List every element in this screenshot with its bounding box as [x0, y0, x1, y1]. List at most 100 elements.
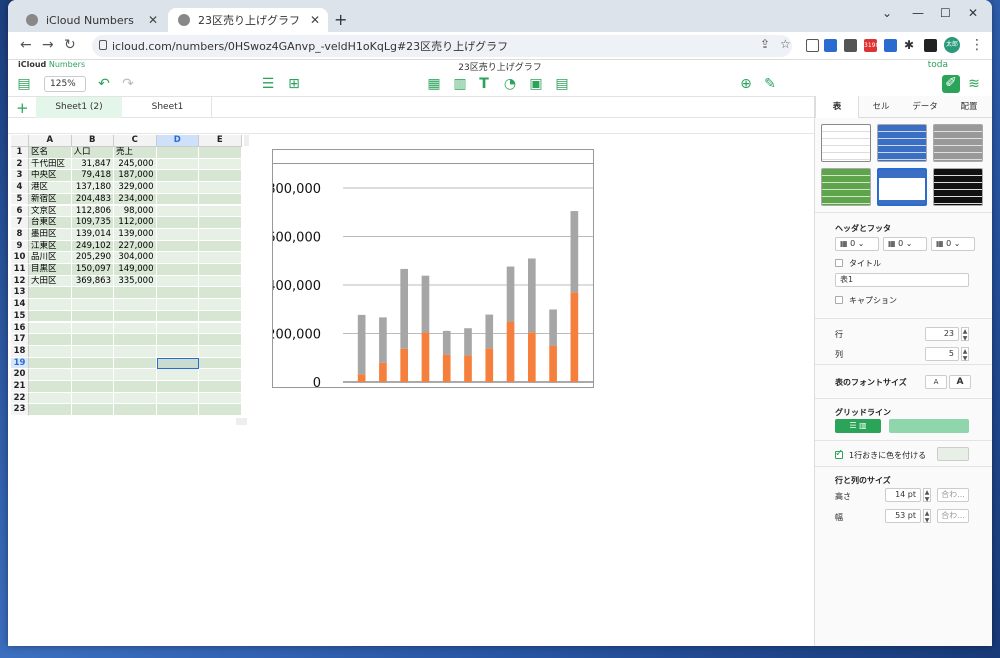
table-cell[interactable]: 245,000 [114, 158, 157, 171]
table-cell[interactable] [199, 404, 242, 417]
table-cell[interactable]: 112,000 [114, 217, 157, 229]
chart-icon[interactable]: ▥ [452, 76, 468, 92]
row-header[interactable]: 22 [11, 392, 29, 405]
header-rows-select[interactable]: ▦ 0 ⌄ [835, 237, 879, 251]
row-header[interactable]: 23 [11, 404, 29, 417]
browser-tab-active[interactable]: 23区売り上げグラフ ✕ [168, 8, 328, 32]
table-cell[interactable] [114, 287, 157, 300]
table-cell[interactable] [156, 170, 199, 183]
table-cell[interactable] [156, 299, 199, 311]
table-cell[interactable]: 139,014 [71, 228, 114, 241]
rows-count-field[interactable]: 23 [925, 327, 959, 341]
caption-checkbox[interactable] [835, 296, 843, 304]
row-header[interactable]: 18 [11, 345, 29, 358]
gridline-toggle-button[interactable]: ☰ ▥ [835, 419, 881, 433]
table-cell[interactable]: 227,000 [114, 240, 157, 253]
table-cell[interactable] [114, 334, 157, 346]
table-cell[interactable] [199, 240, 242, 253]
row-header[interactable]: 21 [11, 381, 29, 393]
table-cell[interactable] [71, 404, 114, 417]
col-width-stepper[interactable]: ▲ ▼ [923, 509, 931, 524]
row-header[interactable]: 4 [11, 182, 29, 194]
table-corner-handle[interactable] [11, 135, 29, 147]
insert-icon[interactable]: ⊞ [286, 76, 302, 92]
table-cell[interactable]: 139,000 [114, 228, 157, 241]
table-style-swatch[interactable] [821, 124, 871, 162]
close-window-button[interactable]: ✕ [968, 6, 978, 20]
table-cell[interactable] [199, 158, 242, 171]
sheet-canvas[interactable]: A B C D E 1 区名 人口 売上 2 千代田区 31,847 245,000 3 中央区 79,418… [8, 118, 814, 646]
table-cell[interactable] [199, 369, 242, 381]
table-cell[interactable]: 31,847 [71, 158, 114, 171]
table-cell[interactable] [29, 299, 72, 311]
table-cell[interactable] [114, 381, 157, 393]
table-cell[interactable]: 文京区 [29, 205, 72, 218]
table-cell[interactable]: 149,000 [114, 264, 157, 276]
tab-search-icon[interactable]: ⌄ [882, 6, 892, 20]
close-tab-icon[interactable]: ✕ [148, 13, 158, 27]
table-cell[interactable] [114, 369, 157, 381]
gmail-icon[interactable]: 3190 [864, 39, 877, 52]
table-cell[interactable] [156, 182, 199, 194]
table-cell[interactable] [199, 322, 242, 335]
table-cell[interactable] [199, 392, 242, 405]
table-cell[interactable] [199, 147, 242, 159]
font-larger-button[interactable]: A [949, 375, 971, 389]
organize-icon[interactable]: ≋ [966, 76, 982, 92]
comment-icon[interactable]: ▤ [554, 76, 570, 92]
sidebar-view-icon[interactable]: ▤ [16, 76, 32, 92]
column-header-b[interactable]: B [71, 135, 114, 147]
table-cell[interactable] [71, 322, 114, 335]
zoom-select[interactable]: 125% ⌄ [44, 76, 86, 103]
table-cell[interactable] [199, 228, 242, 241]
column-header-a[interactable]: A [29, 135, 72, 147]
reload-icon[interactable]: ↻ [64, 37, 76, 53]
extension-icon[interactable] [884, 39, 897, 52]
table-cell[interactable] [29, 357, 72, 370]
more-menu-icon[interactable]: ⋮ [970, 37, 984, 53]
table-cell[interactable]: 112,806 [71, 205, 114, 218]
table-cell[interactable]: 人口 [71, 147, 114, 159]
minimize-button[interactable]: — [912, 6, 924, 20]
table-cell[interactable]: 150,097 [71, 264, 114, 276]
table-cell[interactable] [29, 310, 72, 323]
table-cell[interactable] [156, 275, 199, 288]
title-checkbox[interactable] [835, 259, 843, 267]
table-cell[interactable] [156, 240, 199, 253]
table-cell[interactable]: 329,000 [114, 182, 157, 194]
table-style-swatch[interactable] [821, 168, 871, 206]
table-cell[interactable]: 千代田区 [29, 158, 72, 171]
table-cell[interactable] [199, 170, 242, 183]
fit-width-button[interactable]: 合わ... [937, 509, 969, 523]
bookmark-star-icon[interactable]: ☆ [780, 37, 791, 51]
rows-stepper[interactable]: ▲ ▼ [961, 327, 969, 342]
table-cell[interactable]: 新宿区 [29, 193, 72, 206]
row-height-field[interactable]: 14 pt [885, 488, 921, 502]
table-cell[interactable] [156, 345, 199, 358]
table-cell[interactable] [114, 404, 157, 417]
puzzle-icon[interactable]: ✱ [904, 39, 917, 52]
table-cell[interactable] [114, 345, 157, 358]
collaborate-icon[interactable]: ⊕ [738, 76, 754, 92]
table-cell[interactable] [29, 334, 72, 346]
sidepanel-icon[interactable] [924, 39, 937, 52]
table-icon[interactable]: ▦ [426, 76, 442, 92]
extension-icon[interactable] [806, 39, 819, 52]
table-cell[interactable] [199, 205, 242, 218]
table-style-swatch-selected[interactable] [877, 168, 927, 206]
cols-count-field[interactable]: 5 [925, 347, 959, 361]
col-width-field[interactable]: 53 pt [885, 509, 921, 523]
table-cell[interactable]: 137,180 [71, 182, 114, 194]
row-header[interactable]: 7 [11, 217, 29, 229]
user-menu[interactable]: toda [928, 60, 948, 70]
table-cell[interactable] [29, 381, 72, 393]
table-cell[interactable] [199, 252, 242, 264]
table-cell[interactable] [29, 404, 72, 417]
table-style-swatch[interactable] [933, 124, 983, 162]
maximize-button[interactable]: ☐ [940, 6, 951, 20]
table-cell[interactable] [156, 287, 199, 300]
table-cell[interactable] [199, 287, 242, 300]
table-name-field[interactable]: 表1 [835, 273, 969, 287]
fit-height-button[interactable]: 合わ... [937, 488, 969, 502]
table-cell[interactable] [199, 334, 242, 346]
